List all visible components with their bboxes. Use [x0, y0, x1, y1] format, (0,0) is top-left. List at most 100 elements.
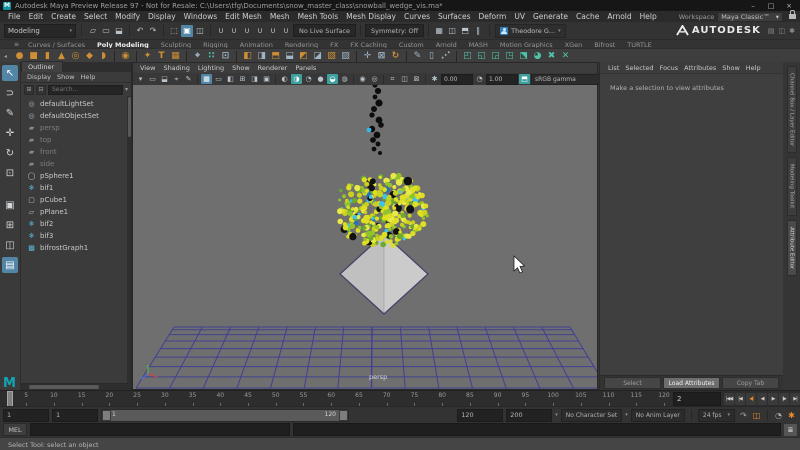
film-gate-icon[interactable]: ▭ — [213, 74, 224, 84]
command-input[interactable] — [30, 423, 290, 436]
anim-layer-select[interactable]: No Anim Layer — [631, 409, 685, 422]
layout-custom[interactable]: ▤ — [2, 257, 18, 273]
save-scene-icon[interactable]: ⬓ — [113, 25, 125, 37]
shelf-reduce-icon[interactable]: ▨ — [339, 50, 352, 63]
outliner-item-bifrostgraph1[interactable]: ▩bifrostGraph1 — [27, 242, 131, 254]
step-forward-frame-button[interactable]: |▶ — [779, 393, 789, 405]
side-tab-modeling-toolkit[interactable]: Modeling Toolkit — [787, 157, 797, 215]
lock-camera-icon[interactable]: ⬓ — [159, 74, 170, 84]
render-settings-icon[interactable]: ⬒ — [459, 25, 471, 37]
outliner-menu-display[interactable]: Display — [25, 73, 53, 81]
cache-playback-icon[interactable]: ◫ — [751, 410, 762, 421]
outliner-item-bif3[interactable]: ❄bif3 — [27, 230, 131, 242]
select-component-icon[interactable]: ◫ — [194, 25, 206, 37]
shelf-image-plane-icon[interactable]: ⊡ — [219, 50, 232, 63]
make-live-icon[interactable]: ∪ — [280, 25, 292, 37]
menu-mesh-tools[interactable]: Mesh Tools — [294, 12, 343, 21]
camera-attributes-icon[interactable]: ⌖ — [171, 74, 182, 84]
move-tool[interactable]: ✛ — [2, 125, 18, 141]
outliner-menu-help[interactable]: Help — [79, 73, 98, 81]
menu-windows[interactable]: Windows — [180, 12, 221, 21]
outliner-item-side[interactable]: ▰side — [27, 158, 131, 170]
chevron-down-icon[interactable]: ▾ — [625, 412, 628, 418]
outliner-horizontal-scrollbar[interactable] — [21, 383, 131, 390]
textured-icon[interactable]: ◒ — [327, 74, 338, 84]
layout-four-view[interactable]: ⊞ — [2, 217, 18, 233]
menu-generate[interactable]: Generate — [529, 12, 572, 21]
menu-edit[interactable]: Edit — [25, 12, 48, 21]
outliner-list-icon[interactable]: ⊟ — [36, 85, 46, 95]
copy-tab-button[interactable]: Copy Tab — [722, 377, 779, 389]
viewport-menu-renderer[interactable]: Renderer — [255, 64, 291, 72]
outliner-item-bif1[interactable]: ❄bif1 — [27, 182, 131, 194]
shelf-smooth-icon[interactable]: ⬓ — [283, 50, 296, 63]
shelf-boolean-union-icon[interactable]: ◰ — [461, 50, 474, 63]
motion-blur-icon[interactable]: ◫ — [399, 74, 410, 84]
pause-viewport-icon[interactable]: ∥ — [472, 25, 484, 37]
viewport-menu-lighting[interactable]: Lighting — [195, 64, 227, 72]
load-attributes-button[interactable]: Load Attributes — [663, 377, 720, 389]
shelf-construction-plane-icon[interactable]: ⌖ — [191, 50, 204, 63]
attribute-editor-menu-attributes[interactable]: Attributes — [682, 64, 718, 72]
attribute-editor-menu-show[interactable]: Show — [720, 64, 742, 72]
select-object-icon[interactable]: ▣ — [181, 25, 193, 37]
viewport-menu-shading[interactable]: Shading — [160, 64, 192, 72]
range-end-handle[interactable] — [339, 410, 348, 421]
settings-icon[interactable]: ✱ — [789, 27, 796, 35]
shelf-svg-tool-icon[interactable]: ▦ — [169, 50, 182, 63]
outliner-item-top[interactable]: ▰top — [27, 134, 131, 146]
animation-start-field[interactable]: 1 — [3, 409, 49, 422]
camera-menu-icon[interactable]: ▾ — [135, 74, 146, 84]
outliner-item-pcube1[interactable]: ▢pCube1 — [27, 194, 131, 206]
shelf-super-shape-icon[interactable]: ✦ — [141, 50, 154, 63]
attribute-editor-menu-help[interactable]: Help — [744, 64, 763, 72]
outliner-filter-icon[interactable]: ⊞ — [24, 85, 34, 95]
shelf-boolean-intersection-icon[interactable]: ◲ — [489, 50, 502, 63]
menu-modify[interactable]: Modify — [111, 12, 144, 21]
go-to-start-button[interactable]: |◀◀ — [724, 393, 734, 405]
side-tab-attribute-editor[interactable]: Attribute Editor — [787, 220, 797, 276]
anim-snap-icon[interactable]: ↷ — [738, 410, 749, 421]
wireframe-on-shaded-icon[interactable]: ◔ — [303, 74, 314, 84]
shelf-delete-vertex-icon[interactable]: ✕ — [559, 50, 572, 63]
layout-single-persp[interactable]: ▣ — [2, 197, 18, 213]
outliner-item-psphere1[interactable]: ◯pSphere1 — [27, 170, 131, 182]
rotate-tool[interactable]: ↻ — [2, 145, 18, 161]
no-live-surface-button[interactable]: No Live Surface — [293, 24, 356, 37]
undo-icon[interactable]: ↶ — [134, 25, 146, 37]
outliner-item-pplane1[interactable]: ▱pPlane1 — [27, 206, 131, 218]
shelf-delete-edge-icon[interactable]: ✖ — [545, 50, 558, 63]
paint-selection-tool[interactable]: ✎ — [2, 105, 18, 121]
viewport-scene[interactable]: persp — [133, 85, 597, 389]
render-current-frame-icon[interactable]: ▦ — [433, 25, 445, 37]
bookmark-icon[interactable]: ✎ — [183, 74, 194, 84]
lasso-tool[interactable]: ⊃ — [2, 85, 18, 101]
side-tab-channel-box-layer-editor[interactable]: Channel Box / Layer Editor — [787, 66, 797, 153]
colorspace-select[interactable]: sRGB gamma▾ — [531, 74, 609, 85]
safe-action-icon[interactable]: ▣ — [261, 74, 272, 84]
attribute-editor-menu-selected[interactable]: Selected — [623, 64, 655, 72]
outliner-vertical-scrollbar[interactable] — [127, 96, 131, 383]
menu-deform[interactable]: Deform — [474, 12, 510, 21]
step-back-key-button[interactable]: |◀ — [735, 393, 745, 405]
lighting-all-icon[interactable]: ◉ — [357, 74, 368, 84]
use-default-material-icon[interactable]: ◍ — [339, 74, 350, 84]
menu-select[interactable]: Select — [80, 12, 111, 21]
shelf-extract-icon[interactable]: ⬒ — [269, 50, 282, 63]
shelf-lattice-icon[interactable]: ⊠ — [375, 50, 388, 63]
shelf-merge-vertices-icon[interactable]: ⬔ — [517, 50, 530, 63]
viewport-panel[interactable]: ViewShadingLightingShowRendererPanels ▾▭… — [132, 62, 598, 390]
gamma-field[interactable]: 1.00 — [486, 74, 518, 85]
menu-edit-mesh[interactable]: Edit Mesh — [221, 12, 266, 21]
shelf-particle-tool-icon[interactable]: ∷ — [205, 50, 218, 63]
viewport-menu-view[interactable]: View — [137, 64, 158, 72]
play-backwards-button[interactable]: ◀ — [757, 393, 767, 405]
snap-grid-icon[interactable]: ∪ — [215, 25, 227, 37]
attribute-editor-menu-list[interactable]: List — [606, 64, 621, 72]
notification-icon[interactable]: ▤ — [768, 27, 776, 35]
outliner-menu-show[interactable]: Show — [55, 73, 77, 81]
shelf-platonic-solid-icon[interactable]: ◉ — [119, 50, 132, 63]
resolution-gate-icon[interactable]: ◧ — [225, 74, 236, 84]
outliner-item-front[interactable]: ▰front — [27, 146, 131, 158]
exposure-field[interactable]: 0.00 — [441, 74, 473, 85]
